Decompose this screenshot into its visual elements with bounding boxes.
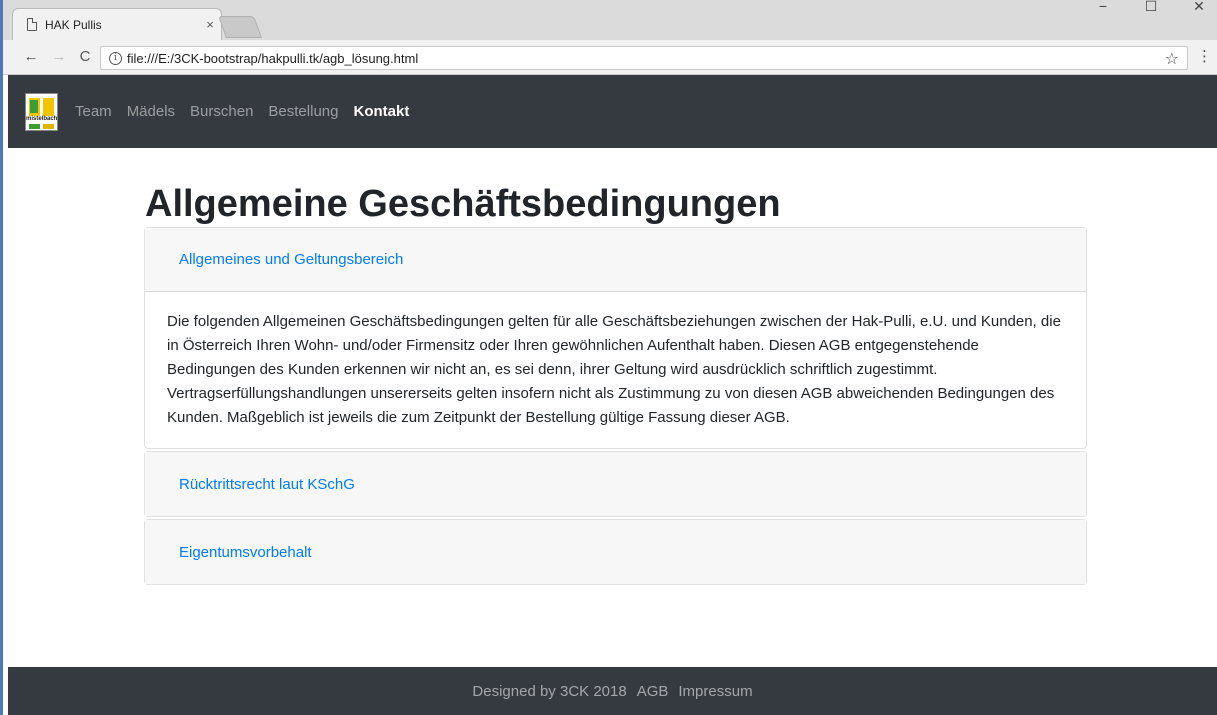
accordion-body-geltungsbereich: Die folgenden Allgemeinen Geschäftsbedin… — [167, 313, 1061, 426]
brand-logo-text: mistelbach — [26, 115, 58, 122]
bookmark-star-icon[interactable]: ☆ — [1165, 49, 1179, 69]
site-navbar: mistelbach Team Mädels Burschen Bestellu… — [8, 75, 1217, 148]
accordion-section-ruecktrittsrecht: Rücktrittsrecht laut KSchG — [144, 451, 1087, 517]
accordion-header-ruecktrittsrecht[interactable]: Rücktrittsrecht laut KSchG — [145, 452, 1086, 516]
close-window-icon[interactable]: ✕ — [1189, 0, 1209, 13]
maximize-icon[interactable]: ☐ — [1141, 0, 1161, 13]
browser-menu-icon[interactable]: ⋮ — [1197, 49, 1212, 65]
new-tab-button[interactable] — [217, 16, 263, 38]
nav-item-bestellung[interactable]: Bestellung — [268, 103, 338, 120]
page-icon — [27, 18, 37, 31]
accordion-header-eigentumsvorbehalt[interactable]: Eigentumsvorbehalt — [145, 520, 1086, 584]
window-controls: − ☐ ✕ — [1093, 0, 1209, 13]
nav-item-burschen[interactable]: Burschen — [190, 103, 253, 120]
minimize-icon[interactable]: − — [1093, 0, 1113, 13]
browser-chrome: HAK Pullis × − ☐ ✕ ← → C i file:///E:/3C… — [0, 0, 1217, 75]
web-page: mistelbach Team Mädels Burschen Bestellu… — [8, 75, 1217, 715]
footer-credit: Designed by 3CK 2018 — [472, 682, 627, 700]
browser-toolbar: ← → C i file:///E:/3CK-bootstrap/hakpull… — [0, 40, 1217, 75]
site-footer: Designed by 3CK 2018 AGB Impressum — [8, 667, 1217, 715]
page-title: Allgemeine Geschäftsbedingungen — [145, 183, 781, 225]
back-arrow-icon[interactable]: ← — [22, 49, 40, 65]
tab-close-icon[interactable]: × — [199, 17, 221, 32]
footer-link-agb[interactable]: AGB — [637, 683, 669, 700]
reload-icon[interactable]: C — [76, 49, 94, 65]
agb-accordion: Allgemeines und Geltungsbereich Die folg… — [144, 227, 1087, 585]
info-icon[interactable]: i — [109, 51, 122, 65]
footer-link-impressum[interactable]: Impressum — [678, 683, 752, 700]
forward-arrow-icon[interactable]: → — [50, 49, 68, 65]
accordion-section-geltungsbereich: Allgemeines und Geltungsbereich Die folg… — [144, 227, 1087, 449]
address-bar[interactable]: i file:///E:/3CK-bootstrap/hakpulli.tk/a… — [100, 46, 1188, 70]
url-text: file:///E:/3CK-bootstrap/hakpulli.tk/agb… — [127, 50, 419, 66]
brand-logo[interactable]: mistelbach — [25, 92, 58, 131]
accordion-header-geltungsbereich[interactable]: Allgemeines und Geltungsbereich — [145, 228, 1086, 292]
nav-item-maedels[interactable]: Mädels — [127, 103, 175, 120]
window-border — [0, 0, 3, 715]
accordion-section-eigentumsvorbehalt: Eigentumsvorbehalt — [144, 519, 1087, 585]
nav-item-kontakt[interactable]: Kontakt — [353, 103, 409, 120]
browser-tab[interactable]: HAK Pullis × — [12, 8, 222, 40]
nav-item-team[interactable]: Team — [75, 103, 112, 120]
tab-title: HAK Pullis — [45, 17, 102, 32]
main-content: Allgemeine Geschäftsbedingungen Allgemei… — [144, 148, 1087, 587]
tab-strip: HAK Pullis × − ☐ ✕ — [0, 0, 1217, 40]
